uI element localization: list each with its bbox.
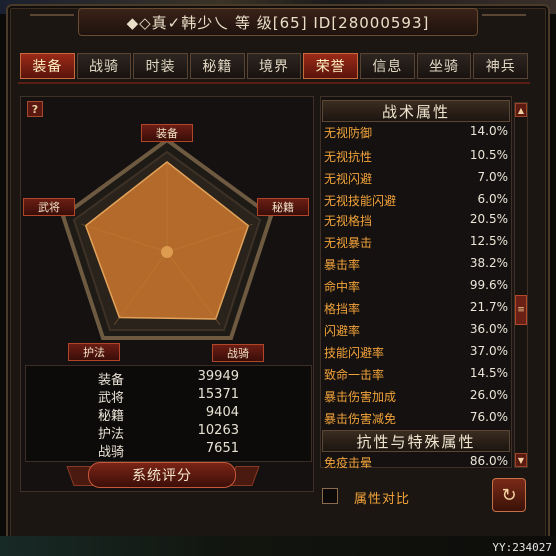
compare-checkbox[interactable]	[322, 488, 338, 504]
attribute-value: 6.0%	[477, 192, 509, 206]
stat-row: 武将 15371	[26, 387, 313, 406]
tab-bar: 装备 战骑 时装 秘籍 境界 荣誉 信息 坐骑 神兵	[20, 53, 529, 79]
tab-equipment[interactable]: 装备	[20, 53, 75, 79]
tab-mount[interactable]: 坐骑	[416, 53, 472, 79]
attribute-label: 格挡率	[324, 302, 361, 316]
scroll-up-arrow-icon[interactable]: ▲	[515, 103, 527, 117]
scroll-thumb[interactable]: ≡	[515, 295, 527, 325]
stat-label: 武将	[98, 391, 125, 406]
attribute-value: 36.0%	[469, 322, 508, 336]
title-ornament-left	[30, 14, 74, 30]
radar-label-general: 武将	[23, 198, 75, 216]
attribute-row: 无视技能闪避 6.0%	[322, 192, 510, 210]
resist-section-header: 抗性与特殊属性	[322, 430, 510, 452]
tactics-section-header: 战术属性	[322, 100, 510, 122]
attribute-value: 86.0%	[469, 454, 508, 468]
attribute-value: 37.0%	[469, 344, 508, 358]
power-radar-chart	[60, 137, 274, 340]
attribute-value: 76.0%	[469, 410, 508, 424]
stat-label: 装备	[98, 373, 125, 388]
tab-divine-weapon[interactable]: 神兵	[473, 53, 529, 79]
title-ornament-right	[482, 14, 526, 30]
attribute-value: 7.0%	[477, 170, 509, 184]
attribute-label: 无视格挡	[324, 214, 373, 228]
stat-label: 护法	[98, 427, 125, 442]
tab-war-mount[interactable]: 战骑	[76, 53, 132, 79]
attributes-scrollbar[interactable]: ▲ ≡ ▼	[514, 102, 528, 468]
character-title: ◆◇真✓韩少乀 等 级[65] ID[28000593]	[78, 8, 478, 36]
attribute-label: 技能闪避率	[324, 346, 385, 360]
power-stats-table: 装备 39949 武将 15371 秘籍 9404 护法 10263 战骑 7651	[25, 365, 312, 462]
attribute-label: 暴击伤害加成	[324, 390, 397, 404]
attribute-value: 20.5%	[469, 212, 508, 226]
attribute-value: 38.2%	[469, 256, 508, 270]
attribute-row: 免疫击晕 86.0%	[322, 454, 510, 472]
attribute-label: 无视技能闪避	[324, 194, 397, 208]
game-background-bottom	[0, 536, 556, 556]
attribute-value: 14.5%	[469, 366, 508, 380]
attribute-row: 命中率 99.6%	[322, 278, 510, 296]
radar-label-war-mount: 战骑	[212, 344, 264, 362]
attribute-value: 99.6%	[469, 278, 508, 292]
radar-label-equipment: 装备	[141, 124, 193, 142]
return-button[interactable]: ↻	[492, 478, 526, 512]
radar-label-manual: 秘籍	[257, 198, 309, 216]
tab-underline	[18, 82, 530, 84]
attribute-row: 无视闪避 7.0%	[322, 170, 510, 188]
attribute-row: 无视抗性 10.5%	[322, 148, 510, 166]
stat-row: 战骑 7651	[26, 441, 313, 460]
attribute-value: 26.0%	[469, 388, 508, 402]
attribute-row: 无视格挡 20.5%	[322, 212, 510, 230]
attribute-label: 无视暴击	[324, 236, 373, 250]
stat-row: 护法 10263	[26, 423, 313, 442]
attribute-label: 命中率	[324, 280, 361, 294]
attribute-label: 无视抗性	[324, 150, 373, 164]
stat-value: 39949	[197, 369, 239, 384]
compare-label: 属性对比	[354, 492, 411, 507]
attribute-label: 无视闪避	[324, 172, 373, 186]
attribute-label: 无视防御	[324, 126, 373, 140]
stat-value: 7651	[205, 441, 239, 456]
attribute-label: 致命一击率	[324, 368, 385, 382]
attribute-row: 暴击伤害加成 26.0%	[322, 388, 510, 406]
attribute-label: 暴击伤害减免	[324, 412, 397, 426]
attribute-value: 12.5%	[469, 234, 508, 248]
stat-label: 战骑	[98, 445, 125, 460]
stat-value: 10263	[197, 423, 239, 438]
attribute-row: 致命一击率 14.5%	[322, 366, 510, 384]
stat-value: 9404	[205, 405, 239, 420]
attribute-row: 技能闪避率 37.0%	[322, 344, 510, 362]
attribute-value: 10.5%	[469, 148, 508, 162]
stat-row: 装备 39949	[26, 369, 313, 388]
radar-center-glow	[161, 246, 173, 258]
system-rating-button[interactable]: 系统评分	[88, 462, 236, 488]
return-arrow-icon: ↻	[501, 484, 517, 506]
stat-row: 秘籍 9404	[26, 405, 313, 424]
attribute-row: 闪避率 36.0%	[322, 322, 510, 340]
attribute-label: 闪避率	[324, 324, 361, 338]
scroll-down-arrow-icon[interactable]: ▼	[515, 453, 527, 467]
attribute-label: 免疫击晕	[324, 456, 373, 470]
tab-info[interactable]: 信息	[360, 53, 415, 79]
tab-fashion[interactable]: 时装	[133, 53, 189, 79]
attribute-label: 暴击率	[324, 258, 361, 272]
attribute-row: 暴击伤害减免 76.0%	[322, 410, 510, 428]
tab-secret-manual[interactable]: 秘籍	[190, 53, 245, 79]
attribute-row: 无视防御 14.0%	[322, 124, 510, 142]
attribute-row: 暴击率 38.2%	[322, 256, 510, 274]
yy-channel-id: YY:234027	[492, 541, 552, 554]
tab-honor[interactable]: 荣誉	[303, 53, 359, 79]
attribute-value: 14.0%	[469, 124, 508, 138]
attribute-row: 无视暴击 12.5%	[322, 234, 510, 252]
attribute-value: 21.7%	[469, 300, 508, 314]
tab-realm[interactable]: 境界	[246, 53, 302, 79]
stat-value: 15371	[197, 387, 239, 402]
radar-label-guardian: 护法	[68, 343, 120, 361]
attribute-row: 格挡率 21.7%	[322, 300, 510, 318]
stat-label: 秘籍	[98, 409, 125, 424]
